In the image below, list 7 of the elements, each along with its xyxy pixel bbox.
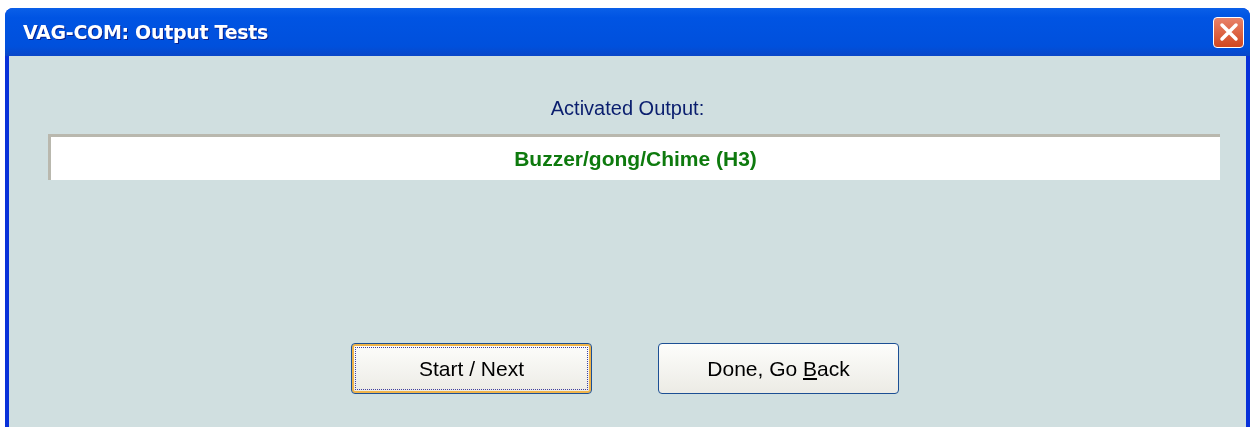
window-title: VAG-COM: Output Tests bbox=[23, 21, 269, 43]
close-button[interactable] bbox=[1213, 16, 1244, 48]
output-field: Buzzer/gong/Chime (H3) bbox=[48, 134, 1220, 180]
done-go-back-button[interactable]: Done, Go Back bbox=[658, 343, 899, 394]
output-label: Activated Output: bbox=[550, 97, 705, 120]
close-icon bbox=[1218, 22, 1239, 42]
start-next-button[interactable]: Start / Next bbox=[351, 343, 592, 394]
